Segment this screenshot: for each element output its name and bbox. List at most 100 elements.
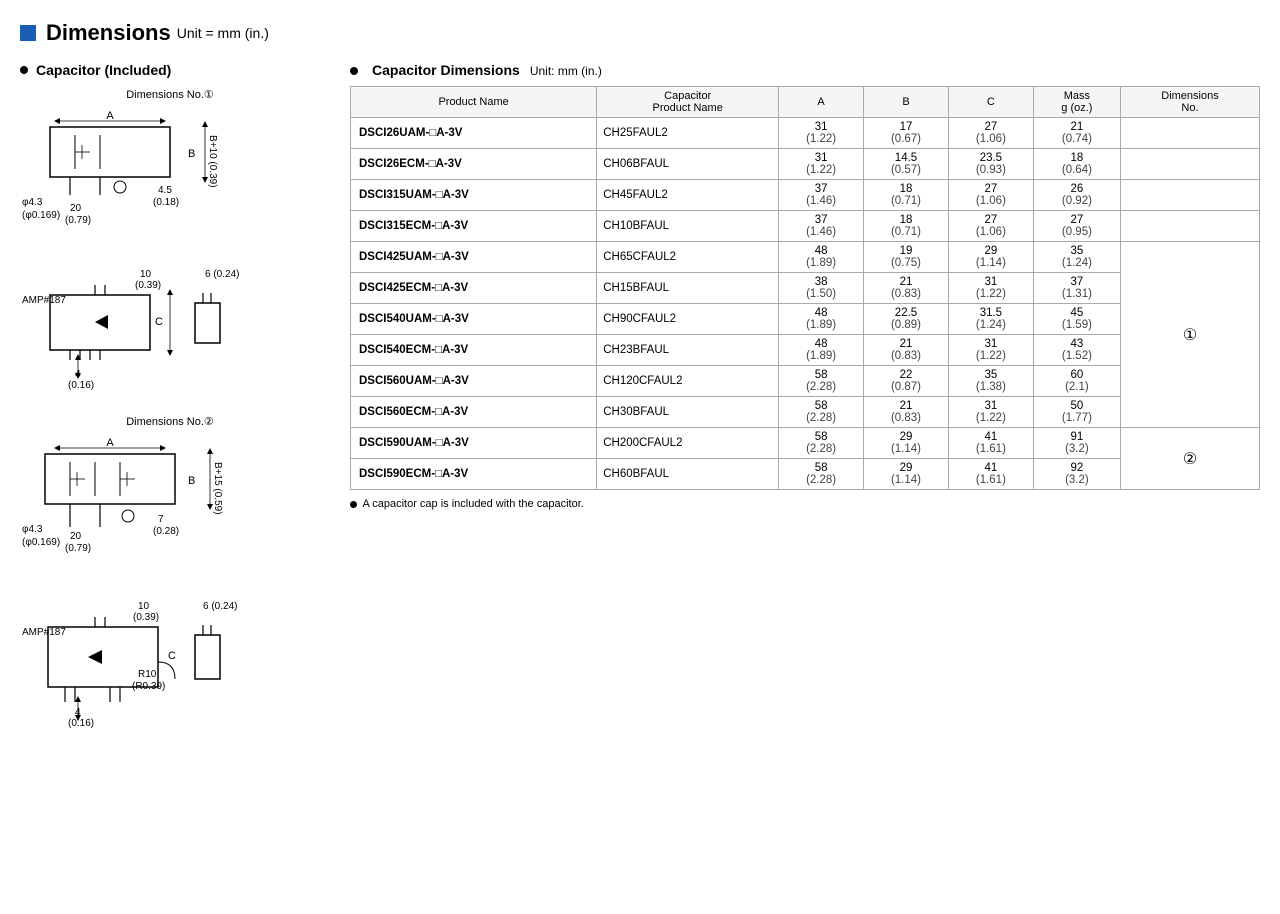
svg-text:4.5: 4.5 <box>158 185 172 196</box>
cell-A: 48(1.89) <box>779 335 864 366</box>
cell-C: 31(1.22) <box>948 335 1033 366</box>
cell-C: 29(1.14) <box>948 242 1033 273</box>
col-product-name: Product Name <box>351 87 597 118</box>
diagram-1-bottom: AMP#187 10 (0.39) 6 (0.24) <box>20 265 290 395</box>
cell-B: 18(0.71) <box>864 211 949 242</box>
cell-product-name: DSCI425UAM-□A-3V <box>351 242 597 273</box>
svg-text:(0.16): (0.16) <box>68 380 94 391</box>
svg-text:C: C <box>168 650 176 662</box>
cell-mass: 37(1.31) <box>1033 273 1120 304</box>
cell-A: 58(2.28) <box>779 428 864 459</box>
cell-mass: 21(0.74) <box>1033 118 1120 149</box>
diagram-2-top: A B <box>20 432 290 597</box>
cell-cap-name: CH23BFAUL <box>597 335 779 366</box>
cell-product-name: DSCI315ECM-□A-3V <box>351 211 597 242</box>
cell-B: 21(0.83) <box>864 335 949 366</box>
cell-C: 31(1.22) <box>948 397 1033 428</box>
capacitor-section-title: Capacitor (Included) <box>20 62 320 78</box>
cell-A: 31(1.22) <box>779 118 864 149</box>
cell-cap-name: CH10BFAUL <box>597 211 779 242</box>
cell-B: 29(1.14) <box>864 459 949 490</box>
cell-B: 19(0.75) <box>864 242 949 273</box>
unit-text: Unit = mm (in.) <box>177 25 269 41</box>
cell-product-name: DSCI560UAM-□A-3V <box>351 366 597 397</box>
cell-product-name: DSCI540ECM-□A-3V <box>351 335 597 366</box>
cell-mass: 27(0.95) <box>1033 211 1120 242</box>
cell-C: 27(1.06) <box>948 211 1033 242</box>
svg-text:φ4.3: φ4.3 <box>22 197 43 208</box>
footnote-bullet <box>350 501 357 508</box>
col-cap-product-name: CapacitorProduct Name <box>597 87 779 118</box>
diagram-container: Dimensions No.① A B <box>20 88 320 737</box>
cell-dim-no <box>1120 180 1259 211</box>
cell-cap-name: CH65CFAUL2 <box>597 242 779 273</box>
svg-text:(0.16): (0.16) <box>68 718 94 729</box>
cell-product-name: DSCI540UAM-□A-3V <box>351 304 597 335</box>
diagram-2-group: Dimensions No.② A B <box>20 415 320 737</box>
cell-dim-no <box>1120 118 1259 149</box>
col-mass: Massg (oz.) <box>1033 87 1120 118</box>
cell-cap-name: CH120CFAUL2 <box>597 366 779 397</box>
blue-square-icon <box>20 25 36 41</box>
title-text: Dimensions <box>46 20 171 46</box>
svg-text:φ4.3: φ4.3 <box>22 524 43 535</box>
svg-text:B+10 (0.39): B+10 (0.39) <box>207 135 218 188</box>
cell-B: 21(0.83) <box>864 273 949 304</box>
cell-A: 58(2.28) <box>779 366 864 397</box>
svg-text:AMP#187: AMP#187 <box>22 295 66 306</box>
svg-text:7: 7 <box>158 514 164 525</box>
table-row: DSCI590UAM-□A-3VCH200CFAUL258(2.28)29(1.… <box>351 428 1260 459</box>
cell-product-name: DSCI26UAM-□A-3V <box>351 118 597 149</box>
diagram-2-bottom: AMP#187 10 (0.39) 6 (0.24) <box>20 597 290 737</box>
cell-cap-name: CH15BFAUL <box>597 273 779 304</box>
cell-C: 41(1.61) <box>948 428 1033 459</box>
cell-product-name: DSCI315UAM-□A-3V <box>351 180 597 211</box>
cell-product-name: DSCI26ECM-□A-3V <box>351 149 597 180</box>
cell-dim-no <box>1120 211 1259 242</box>
svg-text:6 (0.24): 6 (0.24) <box>203 601 237 612</box>
svg-text:(0.79): (0.79) <box>65 543 91 554</box>
col-C: C <box>948 87 1033 118</box>
cell-A: 37(1.46) <box>779 180 864 211</box>
svg-text:10: 10 <box>138 601 150 612</box>
cell-cap-name: CH45FAUL2 <box>597 180 779 211</box>
svg-text:6 (0.24): 6 (0.24) <box>205 269 239 280</box>
right-section: Capacitor Dimensions Unit: mm (in.) Prod… <box>350 62 1260 510</box>
cell-product-name: DSCI590ECM-□A-3V <box>351 459 597 490</box>
left-section: Capacitor (Included) Dimensions No.① A B <box>20 62 320 737</box>
footnote-text: A capacitor cap is included with the cap… <box>362 498 583 510</box>
cell-C: 31(1.22) <box>948 273 1033 304</box>
svg-text:B: B <box>188 148 195 160</box>
svg-text:(0.18): (0.18) <box>153 197 179 208</box>
cell-A: 58(2.28) <box>779 397 864 428</box>
diagram-1-label: Dimensions No.① <box>20 88 320 101</box>
table-header-row: Capacitor Dimensions Unit: mm (in.) <box>350 62 1260 78</box>
cell-A: 58(2.28) <box>779 459 864 490</box>
cell-dim-no: ② <box>1120 428 1259 490</box>
cell-dim-no: ① <box>1120 242 1259 428</box>
cell-mass: 91(3.2) <box>1033 428 1120 459</box>
cell-A: 48(1.89) <box>779 304 864 335</box>
cell-cap-name: CH60BFAUL <box>597 459 779 490</box>
table-row: DSCI315UAM-□A-3VCH45FAUL237(1.46)18(0.71… <box>351 180 1260 211</box>
cell-mass: 18(0.64) <box>1033 149 1120 180</box>
svg-text:(0.28): (0.28) <box>153 526 179 537</box>
cell-A: 31(1.22) <box>779 149 864 180</box>
table-row: DSCI26UAM-□A-3VCH25FAUL231(1.22)17(0.67)… <box>351 118 1260 149</box>
svg-text:A: A <box>106 110 114 122</box>
cell-B: 22(0.87) <box>864 366 949 397</box>
table-row: DSCI26ECM-□A-3VCH06BFAUL31(1.22)14.5(0.5… <box>351 149 1260 180</box>
cell-mass: 45(1.59) <box>1033 304 1120 335</box>
svg-text:20: 20 <box>70 531 82 542</box>
bullet-icon <box>20 66 28 74</box>
cell-C: 27(1.06) <box>948 180 1033 211</box>
cell-cap-name: CH30BFAUL <box>597 397 779 428</box>
cell-C: 27(1.06) <box>948 118 1033 149</box>
table-row: DSCI425UAM-□A-3VCH65CFAUL248(1.89)19(0.7… <box>351 242 1260 273</box>
cell-B: 17(0.67) <box>864 118 949 149</box>
cell-mass: 50(1.77) <box>1033 397 1120 428</box>
page-header: Dimensions Unit = mm (in.) <box>20 20 1260 46</box>
svg-text:R10: R10 <box>138 669 157 680</box>
cell-product-name: DSCI560ECM-□A-3V <box>351 397 597 428</box>
cell-mass: 60(2.1) <box>1033 366 1120 397</box>
